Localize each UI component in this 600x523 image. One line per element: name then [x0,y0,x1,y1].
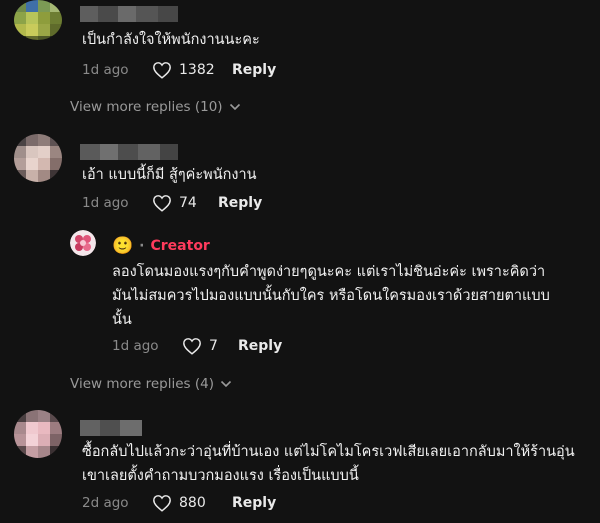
reply-button[interactable]: Reply [232,62,276,78]
comment-age: 1d ago [82,195,129,211]
like-count: 74 [179,195,197,211]
creator-reply-text: ลองโดนมองแรงๆกับคำพูดง่ายๆดูนะคะ แต่เราไ… [112,264,550,328]
heart-icon [183,338,201,355]
like-button[interactable]: 880 [152,494,206,512]
creator-emoji: 🙂 [112,236,134,256]
view-more-replies[interactable]: View more replies (10) [70,99,241,115]
heart-icon [153,195,171,212]
view-more-replies[interactable]: View more replies (4) [70,376,232,392]
reply-button[interactable]: Reply [232,495,276,511]
separator-dot: · [139,238,145,254]
view-more-label: View more replies (10) [70,99,223,115]
comment-age: 1d ago [82,62,129,78]
username-blurred[interactable] [80,144,178,160]
like-button[interactable]: 7 [182,337,218,355]
creator-badge: Creator [150,238,210,254]
comment-age: 1d ago [112,338,159,354]
comment-text: เอ้า แบบนี้ก็มี สู้ๆค่ะพนักงาน [82,167,257,183]
avatar[interactable] [14,0,62,40]
creator-avatar[interactable] [70,230,96,256]
like-button[interactable]: 74 [152,194,197,212]
chevron-down-icon [229,103,240,111]
reply-button[interactable]: Reply [218,195,262,211]
heart-icon [153,62,171,79]
creator-header: 🙂 · Creator [112,236,210,256]
heart-icon [153,495,171,512]
avatar[interactable] [14,134,62,182]
like-count: 1382 [179,62,215,78]
comment-age: 2d ago [82,495,129,511]
username-blurred[interactable] [80,420,142,436]
comment-text: เป็นกำลังใจให้พนักงานนะคะ [82,32,260,48]
avatar[interactable] [14,410,62,458]
like-count: 7 [209,338,218,354]
comment-text: ซื้อกลับไปแล้วกะว่าอุ่นที่บ้านเอง แต่ไม่… [82,444,575,484]
like-count: 880 [179,495,206,511]
like-button[interactable]: 1382 [152,61,215,79]
reply-button[interactable]: Reply [238,338,282,354]
username-blurred[interactable] [80,6,178,22]
chevron-down-icon [220,380,232,388]
view-more-label: View more replies (4) [70,376,214,392]
